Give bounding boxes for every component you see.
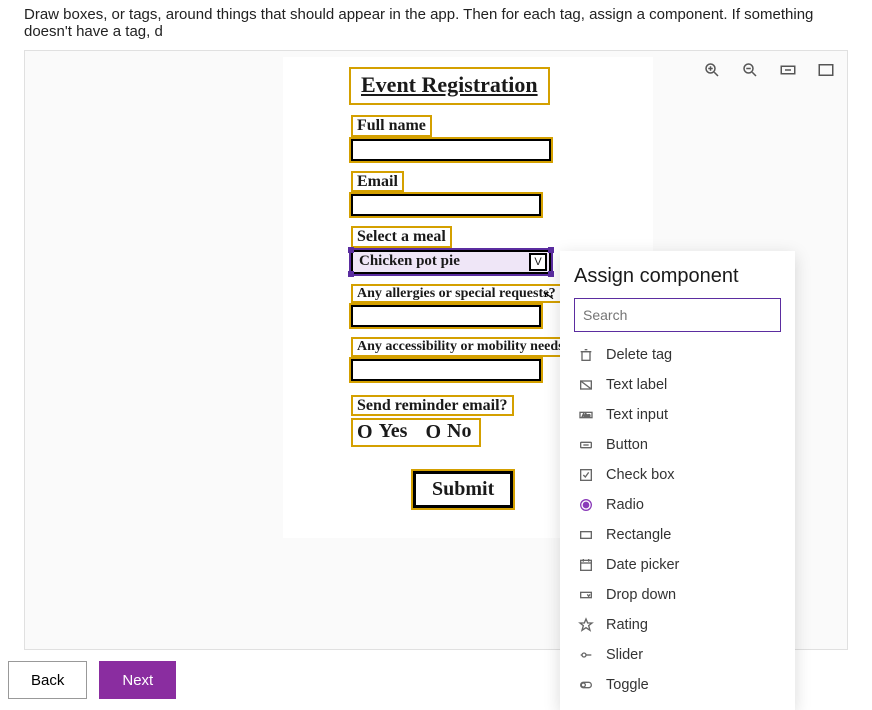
slider-item[interactable]: Slider bbox=[574, 640, 781, 670]
panel-title: Assign component bbox=[574, 265, 781, 288]
trash-icon bbox=[578, 347, 594, 363]
rectangle-item[interactable]: Rectangle bbox=[574, 520, 781, 550]
submit-button-tag[interactable]: Submit bbox=[413, 471, 513, 508]
checkbox-item[interactable]: Check box bbox=[574, 460, 781, 490]
svg-text:Abc: Abc bbox=[582, 413, 591, 418]
text-label-icon bbox=[578, 377, 594, 393]
button-item[interactable]: Button bbox=[574, 430, 781, 460]
meal-dropdown-tag[interactable]: Chicken pot pie V bbox=[351, 250, 551, 274]
button-icon bbox=[578, 437, 594, 453]
fullname-input-tag[interactable] bbox=[351, 139, 551, 161]
fullname-label-tag[interactable]: Full name bbox=[351, 115, 432, 137]
wizard-footer: Back Next bbox=[8, 661, 176, 699]
yes-label: Yes bbox=[379, 420, 408, 443]
radio-group-tag[interactable]: O Yes O No bbox=[351, 418, 481, 447]
meal-label-tag[interactable]: Select a meal bbox=[351, 226, 452, 248]
text-label-item[interactable]: Text label bbox=[574, 370, 781, 400]
canvas-toolbar bbox=[703, 61, 835, 79]
allergies-input-tag[interactable] bbox=[351, 305, 541, 327]
toggle-item[interactable]: Toggle bbox=[574, 670, 781, 700]
toggle-icon bbox=[578, 677, 594, 693]
meal-value: Chicken pot pie bbox=[359, 253, 460, 270]
star-icon bbox=[578, 617, 594, 633]
fit-width-icon[interactable] bbox=[779, 61, 797, 79]
text-input-item[interactable]: Abc Text input bbox=[574, 400, 781, 430]
delete-tag-item[interactable]: Delete tag bbox=[574, 340, 781, 370]
radio-circle-icon: O bbox=[425, 422, 441, 442]
email-input-tag[interactable] bbox=[351, 194, 541, 216]
design-canvas[interactable]: Event Registration Full name Email Selec… bbox=[24, 50, 848, 650]
allergies-label-tag[interactable]: Any allergies or special requests? bbox=[351, 284, 562, 303]
accessibility-input-tag[interactable] bbox=[351, 359, 541, 381]
next-button[interactable]: Next bbox=[99, 661, 176, 699]
dropdown-icon bbox=[578, 587, 594, 603]
radio-circle-icon: O bbox=[357, 422, 373, 442]
radio-icon bbox=[578, 497, 594, 513]
email-label-tag[interactable]: Email bbox=[351, 171, 404, 193]
checkbox-icon bbox=[578, 467, 594, 483]
radio-item[interactable]: Radio bbox=[574, 490, 781, 520]
title-tag[interactable]: Event Registration bbox=[349, 67, 550, 105]
zoom-in-icon[interactable] bbox=[703, 61, 721, 79]
calendar-icon bbox=[578, 557, 594, 573]
instruction-text: Draw boxes, or tags, around things that … bbox=[0, 0, 872, 50]
no-label: No bbox=[447, 420, 471, 443]
back-button[interactable]: Back bbox=[8, 661, 87, 699]
assign-component-panel: Assign component Delete tag Text label A… bbox=[560, 251, 795, 710]
chevron-down-icon: V bbox=[529, 253, 547, 271]
search-input[interactable] bbox=[574, 298, 781, 332]
reminder-label-tag[interactable]: Send reminder email? bbox=[351, 395, 514, 417]
fit-screen-icon[interactable] bbox=[817, 61, 835, 79]
rectangle-icon bbox=[578, 527, 594, 543]
rating-item[interactable]: Rating bbox=[574, 610, 781, 640]
accessibility-label-tag[interactable]: Any accessibility or mobility needs? bbox=[351, 337, 577, 356]
text-input-icon: Abc bbox=[578, 407, 594, 423]
dropdown-item[interactable]: Drop down bbox=[574, 580, 781, 610]
slider-icon bbox=[578, 647, 594, 663]
datepicker-item[interactable]: Date picker bbox=[574, 550, 781, 580]
zoom-out-icon[interactable] bbox=[741, 61, 759, 79]
